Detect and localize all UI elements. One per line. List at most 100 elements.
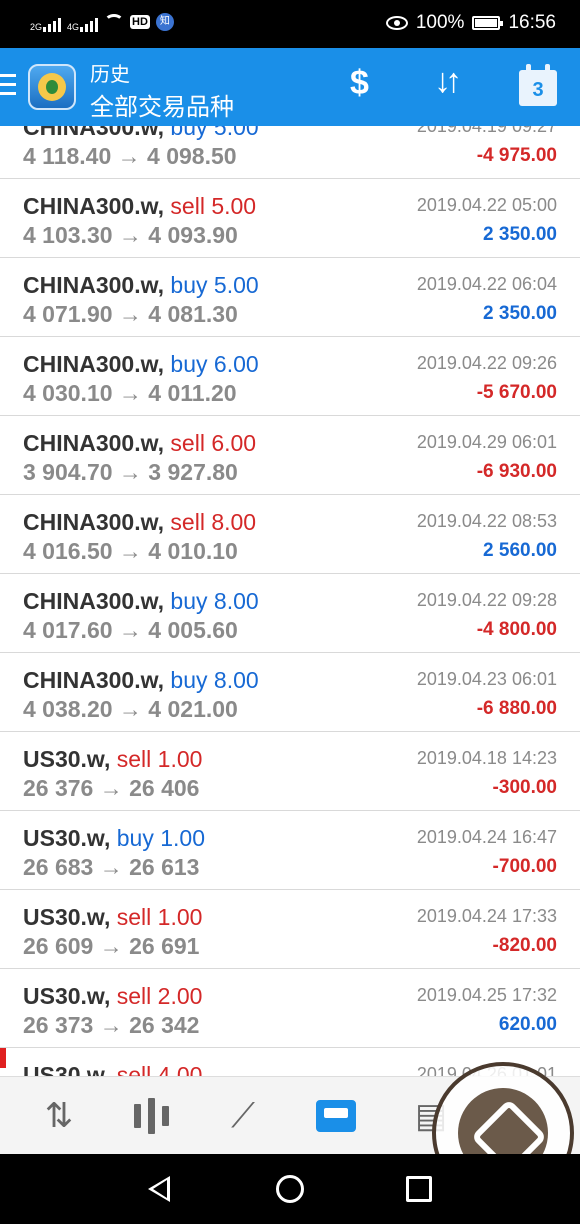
- trade-profit: -6 880.00: [476, 698, 557, 719]
- open-close-prices: 26 376 → 26 406: [23, 775, 200, 801]
- trade-time: 2019.04.22 08:53: [416, 511, 557, 531]
- trade-profit: -700.00: [492, 856, 557, 877]
- trade-lots: 5.00: [213, 272, 259, 298]
- trade-lots: 8.00: [211, 509, 257, 535]
- trade-symbol: US30.w, sell 4.00: [23, 1062, 202, 1076]
- trade-row[interactable]: US30.w, sell 1.00 26 609 → 26 691 2019.04.…: [0, 890, 580, 969]
- trade-side: buy: [170, 667, 208, 693]
- battery-icon: [472, 16, 504, 30]
- battery-percent: 100%: [415, 12, 465, 33]
- trade-side: buy: [170, 272, 208, 298]
- trade-row[interactable]: CHINA300.w, buy 5.00 4 118.40 → 4 098.50 2…: [0, 126, 580, 179]
- symbol-name: CHINA300.w,: [23, 588, 165, 614]
- app-header: 历史 全部交易品种 $ ↓↑ 3: [0, 48, 580, 126]
- status-right: 100% 16:56: [385, 12, 556, 34]
- page-title: 历史: [90, 64, 130, 86]
- symbol-name: CHINA300.w,: [23, 126, 165, 140]
- symbol-name: CHINA300.w,: [23, 193, 165, 219]
- open-close-prices: 4 016.50 → 4 010.10: [23, 538, 238, 564]
- trade-lots: 8.00: [213, 667, 259, 693]
- trade-time: 2019.04.23 06:01: [416, 669, 557, 689]
- trade-side: buy: [170, 351, 208, 377]
- menu-icon[interactable]: [0, 74, 16, 96]
- trade-time: 2019.04.24 16:47: [416, 827, 557, 847]
- home-icon[interactable]: [276, 1175, 304, 1203]
- trade-time: 2019.04.29 06:01: [416, 432, 557, 452]
- trade-side: sell: [170, 193, 205, 219]
- symbol-name: US30.w,: [23, 1062, 111, 1076]
- trade-time: 2019.04.22 06:04: [416, 274, 557, 294]
- trade-time: 2019.04.18 14:23: [416, 748, 557, 768]
- trade-side: buy: [116, 825, 154, 851]
- trade-symbol: CHINA300.w, sell 5.00: [23, 193, 256, 220]
- wifi-icon: [104, 14, 125, 30]
- trade-side: buy: [170, 126, 208, 140]
- trade-time: 2019.04.19 09:27: [416, 126, 557, 136]
- chart-icon[interactable]: [126, 1093, 176, 1139]
- trade-row[interactable]: CHINA300.w, sell 6.00 3 904.70 → 3 927.80…: [0, 416, 580, 495]
- trade-lots: 8.00: [213, 588, 259, 614]
- trade-profit: 620.00: [498, 1014, 557, 1035]
- trade-symbol: US30.w, sell 1.00: [23, 904, 202, 931]
- history-icon[interactable]: [311, 1093, 361, 1139]
- trade-row[interactable]: US30.w, sell 1.00 26 376 → 26 406 2019.04.…: [0, 732, 580, 811]
- trade-lots: 6.00: [211, 430, 257, 456]
- trade-profit: -820.00: [492, 935, 557, 956]
- trade-symbol: US30.w, sell 2.00: [23, 983, 202, 1010]
- trade-side: sell: [116, 904, 152, 930]
- trade-symbol: CHINA300.w, buy 8.00: [23, 588, 259, 615]
- trade-icon[interactable]: ⟋: [218, 1093, 268, 1139]
- trade-lots: 1.00: [160, 825, 205, 851]
- trade-side: buy: [170, 588, 208, 614]
- signal-2g-label: 2G: [30, 22, 43, 32]
- trade-profit: 2 560.00: [483, 540, 557, 561]
- trade-row[interactable]: CHINA300.w, buy 8.00 4 038.20 → 4 021.00 2…: [0, 653, 580, 732]
- trade-row[interactable]: US30.w, sell 2.00 26 373 → 26 342 2019.04.…: [0, 969, 580, 1048]
- recent-apps-icon[interactable]: [406, 1176, 432, 1202]
- symbol-name: CHINA300.w,: [23, 351, 165, 377]
- status-left: 2G 4G HD 知: [30, 12, 174, 32]
- trade-symbol: CHINA300.w, sell 8.00: [23, 509, 256, 536]
- trade-row[interactable]: CHINA300.w, sell 5.00 4 103.30 → 4 093.90…: [0, 179, 580, 258]
- signal-4g-icon: 4G: [67, 12, 99, 32]
- trade-side: sell: [170, 430, 205, 456]
- trade-profit: 2 350.00: [483, 303, 557, 324]
- open-close-prices: 4 118.40 → 4 098.50: [23, 143, 237, 169]
- trade-symbol: CHINA300.w, buy 6.00: [23, 351, 259, 378]
- trade-row[interactable]: CHINA300.w, buy 5.00 4 071.90 → 4 081.30 2…: [0, 258, 580, 337]
- trade-profit: -4 800.00: [476, 619, 557, 640]
- trade-symbol: CHINA300.w, buy 5.00: [23, 272, 259, 299]
- trade-symbol: US30.w, sell 1.00: [23, 746, 202, 773]
- calendar-icon[interactable]: 3: [519, 64, 557, 106]
- trade-row[interactable]: CHINA300.w, buy 6.00 4 030.10 → 4 011.20 2…: [0, 337, 580, 416]
- open-close-prices: 3 904.70 → 3 927.80: [23, 459, 238, 485]
- open-close-prices: 26 683 → 26 613: [23, 854, 200, 880]
- trade-side: sell: [116, 746, 152, 772]
- trade-lots: 6.00: [213, 351, 259, 377]
- zhi-app-icon: 知: [155, 13, 174, 31]
- open-close-prices: 4 103.30 → 4 093.90: [23, 222, 238, 248]
- trade-row[interactable]: CHINA300.w, buy 8.00 4 017.60 → 4 005.60 2…: [0, 574, 580, 653]
- trade-profit: -5 670.00: [476, 382, 557, 403]
- trade-history-list[interactable]: CHINA300.w, buy 5.00 4 118.40 → 4 098.50 2…: [0, 126, 580, 1076]
- row-marker: [0, 1048, 6, 1068]
- trade-side: sell: [116, 1062, 152, 1076]
- trade-profit: -300.00: [492, 777, 557, 798]
- open-close-prices: 4 030.10 → 4 011.20: [23, 380, 237, 406]
- sort-icon[interactable]: ↓↑: [434, 62, 462, 101]
- trade-symbol: CHINA300.w, sell 6.00: [23, 430, 256, 457]
- symbol-name: CHINA300.w,: [23, 272, 165, 298]
- trade-lots: 2.00: [157, 983, 203, 1009]
- back-icon[interactable]: [148, 1176, 170, 1202]
- trade-time: 2019.04.24 17:33: [416, 906, 557, 926]
- dollar-exchange-icon[interactable]: $: [350, 64, 369, 103]
- symbol-name: US30.w,: [23, 746, 111, 772]
- trade-time: 2019.04.22 05:00: [416, 195, 557, 215]
- app-logo-icon[interactable]: [28, 64, 76, 110]
- trade-lots: 5.00: [213, 126, 259, 140]
- symbol-filter[interactable]: 全部交易品种: [90, 87, 234, 122]
- trade-profit: 2 350.00: [483, 224, 557, 245]
- trade-row[interactable]: US30.w, buy 1.00 26 683 → 26 613 2019.04.2…: [0, 811, 580, 890]
- trade-row[interactable]: CHINA300.w, sell 8.00 4 016.50 → 4 010.10…: [0, 495, 580, 574]
- quotes-icon[interactable]: ⇅: [34, 1093, 84, 1139]
